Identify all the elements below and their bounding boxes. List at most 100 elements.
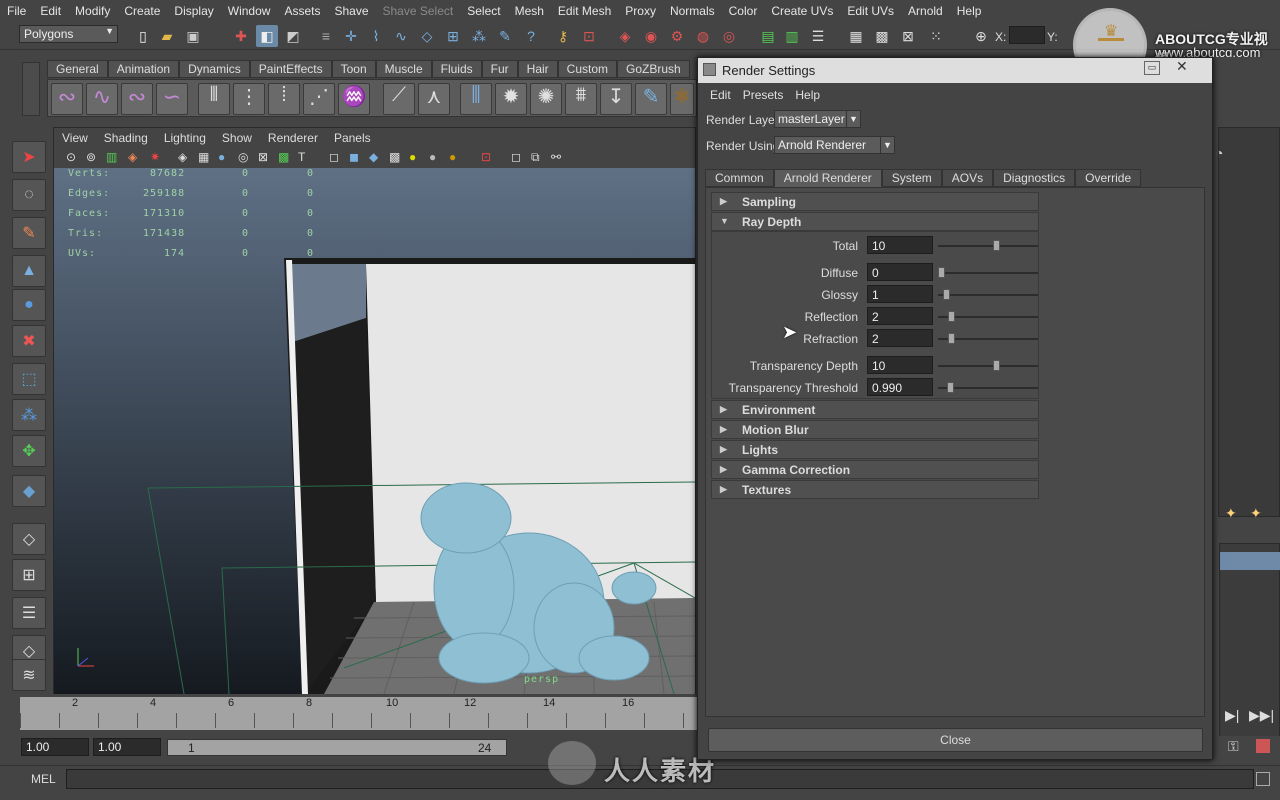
- fur-comb-icon[interactable]: ⋰: [303, 83, 335, 115]
- viewport-menu-panels[interactable]: Panels: [326, 131, 379, 145]
- mode-selector[interactable]: Polygons ▼: [19, 25, 118, 43]
- select-object-icon[interactable]: ◧: [256, 25, 278, 47]
- render-frame-icon[interactable]: ◈: [614, 25, 636, 47]
- input-ops-icon[interactable]: ?: [520, 25, 542, 47]
- render-using-dropdown[interactable]: Arnold Renderer ▼: [774, 136, 895, 154]
- step-end-icon[interactable]: ▶|: [1225, 707, 1239, 724]
- slider-handle[interactable]: [938, 267, 945, 278]
- comb-icon[interactable]: ⩩: [565, 83, 597, 115]
- construction-history-icon[interactable]: ⚷: [552, 25, 574, 47]
- shelf-tab-fluids[interactable]: Fluids: [431, 60, 482, 78]
- shelf-tab-animation[interactable]: Animation: [107, 60, 180, 78]
- ray-depth-field[interactable]: 0: [867, 263, 933, 281]
- menu-file[interactable]: File: [0, 4, 33, 18]
- textured-icon[interactable]: ▩: [278, 150, 289, 164]
- section-lights[interactable]: ▶ Lights: [711, 440, 1039, 459]
- restore-icon[interactable]: ▭: [1144, 61, 1160, 75]
- rs-menu-help[interactable]: Help: [789, 88, 826, 102]
- ray-depth-slider[interactable]: [938, 382, 1038, 393]
- resolution-gate-icon[interactable]: ◻: [511, 150, 521, 164]
- last-tool-icon[interactable]: ◆: [12, 475, 46, 507]
- output-ops-icon[interactable]: ⊡: [578, 25, 600, 47]
- outliner-layout-icon[interactable]: ☰: [12, 597, 46, 629]
- light-yellow-icon[interactable]: ●: [409, 150, 416, 164]
- brush-icon[interactable]: ⟋: [383, 83, 415, 115]
- render-settings-icon[interactable]: ⚙: [666, 25, 688, 47]
- menu-shave-select[interactable]: Shave Select: [376, 4, 461, 18]
- menu-create-uvs[interactable]: Create UVs: [764, 4, 840, 18]
- section-sampling[interactable]: ▶ Sampling: [711, 192, 1039, 211]
- transform-icon[interactable]: ⊕: [970, 25, 992, 47]
- menu-color[interactable]: Color: [722, 4, 765, 18]
- ipr-render-icon[interactable]: ◉: [640, 25, 662, 47]
- hypershade-icon[interactable]: ◍: [692, 25, 714, 47]
- section-motion-blur[interactable]: ▶ Motion Blur: [711, 420, 1039, 439]
- select-tool-icon[interactable]: ➤: [12, 141, 46, 173]
- rs-menu-edit[interactable]: Edit: [704, 88, 737, 102]
- snap-point-icon[interactable]: ∿: [390, 25, 412, 47]
- shelf-menu-icon[interactable]: [22, 62, 40, 116]
- select-hierarchy-icon[interactable]: ✚: [230, 25, 252, 47]
- make-live-icon[interactable]: ✎: [494, 25, 516, 47]
- star-burst-icon[interactable]: ✺: [530, 83, 562, 115]
- ray-depth-field[interactable]: 2: [867, 329, 933, 347]
- menu-display[interactable]: Display: [167, 4, 220, 18]
- attach-curve-icon[interactable]: ⋮: [233, 83, 265, 115]
- hair-strands-icon[interactable]: ⫼: [460, 83, 492, 115]
- grease-pencil-icon[interactable]: ✷: [150, 150, 160, 164]
- start-time-field[interactable]: 1.00: [21, 738, 89, 756]
- comb-strokes-icon[interactable]: ⋏: [418, 83, 450, 115]
- slider-handle[interactable]: [948, 333, 955, 344]
- new-layer-selected-icon[interactable]: ✦: [1250, 505, 1262, 522]
- shelf-tab-dynamics[interactable]: Dynamics: [179, 60, 250, 78]
- smooth-shade-icon[interactable]: ●: [218, 150, 225, 164]
- rotate-tool-icon[interactable]: ●: [12, 289, 46, 321]
- channel-box-icon[interactable]: ☰: [807, 25, 829, 47]
- detach-curve-icon[interactable]: ⁞: [268, 83, 300, 115]
- x-field[interactable]: [1009, 26, 1045, 44]
- menu-mesh[interactable]: Mesh: [508, 4, 551, 18]
- tab-diagnostics[interactable]: Diagnostics: [993, 169, 1076, 187]
- checker-icon[interactable]: ▩: [389, 150, 400, 164]
- scale-tool-icon[interactable]: ✖: [12, 325, 46, 357]
- ray-depth-field[interactable]: 10: [867, 356, 933, 374]
- rs-menu-presets[interactable]: Presets: [737, 88, 790, 102]
- viewport-menu-view[interactable]: View: [54, 131, 96, 145]
- tab-common[interactable]: Common: [705, 169, 774, 187]
- close-icon[interactable]: ✕: [1176, 58, 1188, 75]
- image-plane-icon[interactable]: ◈: [128, 150, 137, 164]
- tab-aovs[interactable]: AOVs: [941, 169, 994, 187]
- lock-selection-icon[interactable]: ≡: [315, 25, 337, 47]
- clock-icon[interactable]: ◔: [1215, 145, 1223, 161]
- shelf-tab-fur[interactable]: Fur: [481, 60, 518, 78]
- menu-proxy[interactable]: Proxy: [618, 4, 663, 18]
- section-environment[interactable]: ▶ Environment: [711, 400, 1039, 419]
- snap-view-icon[interactable]: ⁂: [468, 25, 490, 47]
- key-icon[interactable]: ⚿: [1228, 738, 1239, 755]
- ray-depth-field[interactable]: 0.990: [867, 378, 933, 396]
- slider-handle[interactable]: [993, 360, 1000, 371]
- universal-manipulator-icon[interactable]: ⬚: [12, 363, 46, 395]
- light-gold-icon[interactable]: ●: [449, 150, 456, 164]
- shelf-tab-painteffects[interactable]: PaintEffects: [249, 60, 332, 78]
- fur-ball-icon[interactable]: ✱: [670, 83, 694, 115]
- slider-handle[interactable]: [948, 311, 955, 322]
- render-layer-dropdown[interactable]: masterLayer ▼: [774, 110, 861, 128]
- ray-depth-slider[interactable]: [938, 289, 1038, 300]
- slider-handle[interactable]: [943, 289, 950, 300]
- tab-override[interactable]: Override: [1075, 169, 1142, 187]
- paint-select-icon[interactable]: ✎: [12, 217, 46, 249]
- arnold-render-icon[interactable]: ◎: [718, 25, 740, 47]
- wireframe-icon[interactable]: ◈: [178, 150, 187, 164]
- script-editor-icon[interactable]: [1256, 772, 1270, 786]
- menu-arnold[interactable]: Arnold: [901, 4, 950, 18]
- snap-plane-icon[interactable]: ◇: [416, 25, 438, 47]
- spike-ball-icon[interactable]: ✹: [495, 83, 527, 115]
- ray-depth-field[interactable]: 10: [867, 236, 933, 254]
- camera-icon[interactable]: ⊙: [66, 150, 76, 164]
- slider-handle[interactable]: [947, 382, 954, 393]
- slider-handle[interactable]: [993, 240, 1000, 251]
- current-time-field[interactable]: 1.00: [93, 738, 161, 756]
- bookmark-icon[interactable]: ▥: [106, 150, 117, 164]
- script-editor-icon[interactable]: ≋: [12, 659, 46, 691]
